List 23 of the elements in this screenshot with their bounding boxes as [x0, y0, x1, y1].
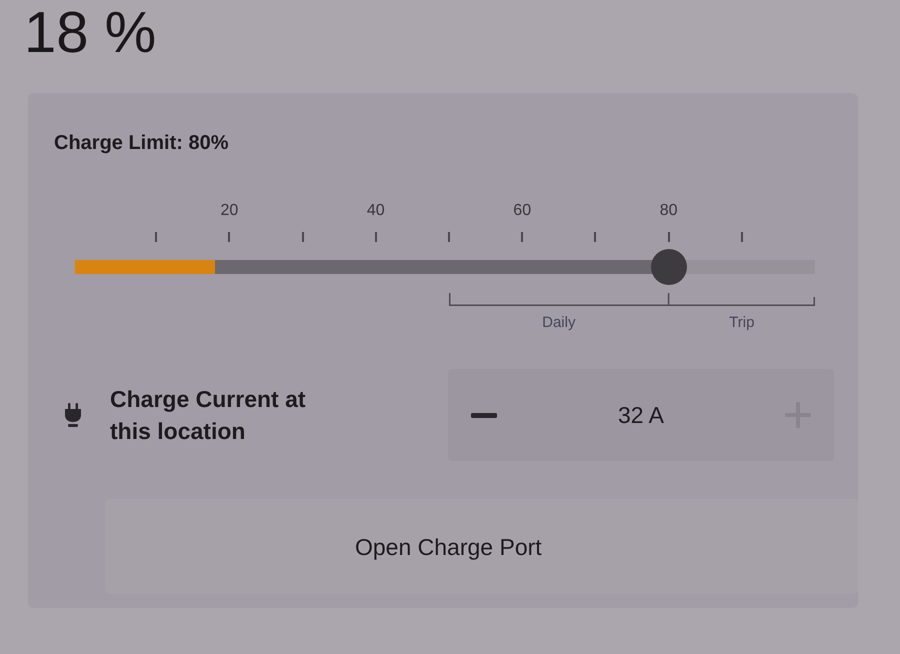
battery-percent: 18 %	[24, 0, 156, 65]
open-charge-port-button[interactable]: Open Charge Port	[105, 499, 858, 594]
range-label: Trip	[729, 314, 754, 332]
tick-mark	[374, 232, 377, 242]
tick-mark	[302, 232, 304, 242]
scale-label: 40	[366, 201, 385, 221]
current-value: 32 A	[616, 401, 666, 429]
charge-current-label: Charge Current at this location	[110, 385, 307, 446]
scale-label: 20	[220, 201, 238, 221]
tick-mark	[521, 232, 524, 242]
range-label: Daily	[542, 314, 576, 332]
charge-limit-label: Charge Limit: 80%	[54, 132, 228, 154]
slider-track[interactable]	[75, 260, 815, 274]
scale-label: 60	[513, 201, 532, 221]
tick-mark	[668, 232, 670, 242]
tick-mark	[228, 232, 230, 242]
plug-icon	[65, 403, 81, 427]
tick-mark	[448, 232, 450, 242]
tick-mark	[594, 232, 596, 242]
tick-mark	[740, 232, 743, 242]
scale-label: 80	[660, 201, 678, 221]
tick-mark	[155, 232, 158, 242]
slider-thumb[interactable]	[650, 249, 687, 285]
